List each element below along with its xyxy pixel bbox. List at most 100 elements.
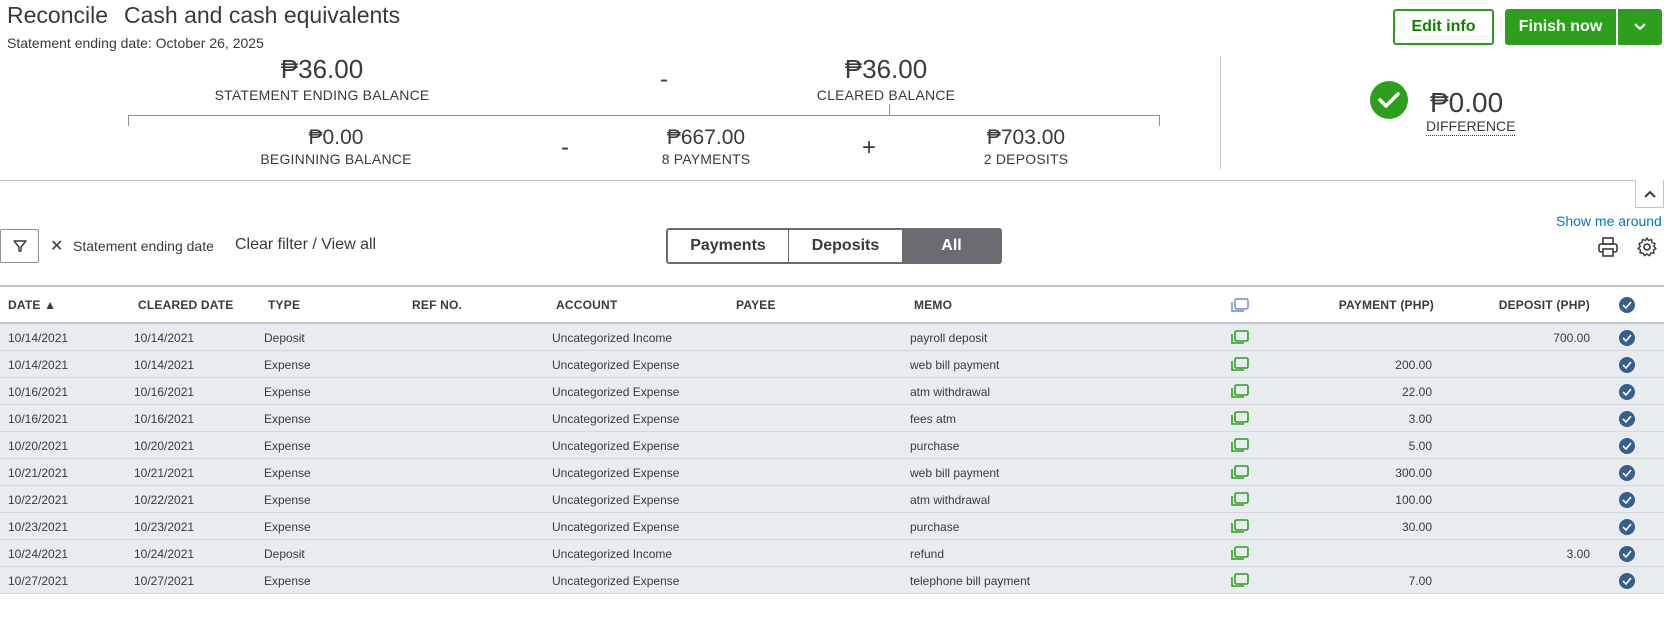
check-circle-icon[interactable] — [1619, 546, 1635, 562]
cell-date: 10/20/2021 — [8, 439, 69, 453]
cell-payment: 200.00 — [1395, 358, 1432, 372]
col-type[interactable]: TYPE — [268, 298, 300, 312]
cell-cleared-date: 10/24/2021 — [134, 547, 195, 561]
cell-account: Uncategorized Expense — [552, 466, 680, 480]
check-circle-icon[interactable] — [1619, 465, 1635, 481]
check-circle-icon[interactable] — [1619, 297, 1635, 313]
cell-type: Deposit — [264, 331, 305, 345]
statement-ending-balance: ₱36.00 — [280, 54, 364, 84]
check-circle-icon[interactable] — [1619, 438, 1635, 454]
check-circle-icon — [1370, 81, 1408, 119]
cell-memo: web bill payment — [910, 466, 1000, 480]
check-circle-icon[interactable] — [1619, 357, 1635, 373]
cell-memo: atm withdrawal — [910, 493, 991, 507]
statement-ending-label: STATEMENT ENDING BALANCE — [214, 87, 430, 103]
statement-date: Statement ending date: October 26, 2025 — [7, 35, 264, 51]
filter-button[interactable] — [0, 229, 39, 263]
page-title-text: Reconcile — [7, 2, 108, 28]
gear-icon[interactable] — [1636, 236, 1658, 258]
edit-info-button[interactable]: Edit info — [1393, 9, 1494, 45]
table-row[interactable]: 10/16/2021 10/16/2021 Expense Uncategori… — [0, 378, 1664, 405]
page-title: Reconcile Cash and cash equivalents — [7, 2, 400, 29]
check-circle-icon[interactable] — [1619, 573, 1635, 589]
cell-date: 10/16/2021 — [8, 385, 69, 399]
cell-memo: fees atm — [910, 412, 957, 426]
summary-divider — [1220, 56, 1221, 169]
table-row[interactable]: 10/27/2021 10/27/2021 Expense Uncategori… — [0, 567, 1664, 594]
finish-now-button[interactable]: Finish now — [1505, 9, 1616, 45]
check-circle-icon[interactable] — [1619, 519, 1635, 535]
cell-date: 10/14/2021 — [8, 358, 69, 372]
cell-deposit: 3.00 — [1566, 547, 1590, 561]
deposits-amount: ₱703.00 — [986, 126, 1066, 149]
difference-amount: ₱0.00 — [1430, 87, 1504, 118]
col-payee[interactable]: PAYEE — [736, 298, 776, 312]
tab-all[interactable]: All — [903, 230, 1000, 262]
col-deposit[interactable]: DEPOSIT (PHP) — [1499, 298, 1590, 312]
show-me-around-link[interactable]: Show me around — [1556, 213, 1662, 229]
summary-bracket-stem — [889, 104, 890, 115]
tab-payments[interactable]: Payments — [668, 230, 789, 262]
cell-cleared-date: 10/20/2021 — [134, 439, 195, 453]
table-row[interactable]: 10/21/2021 10/21/2021 Expense Uncategori… — [0, 459, 1664, 486]
cell-cleared-date: 10/16/2021 — [134, 412, 195, 426]
cell-type: Expense — [264, 412, 311, 426]
col-cleared-date[interactable]: CLEARED DATE — [138, 298, 234, 312]
table-row[interactable]: 10/24/2021 10/24/2021 Deposit Uncategori… — [0, 540, 1664, 567]
cell-account: Uncategorized Income — [552, 547, 673, 561]
check-circle-icon[interactable] — [1619, 330, 1635, 346]
copy-icon[interactable] — [1231, 411, 1249, 425]
cell-payment: 3.00 — [1408, 412, 1432, 426]
copy-icon[interactable] — [1231, 384, 1249, 398]
cell-account: Uncategorized Expense — [552, 520, 680, 534]
table-row[interactable]: 10/23/2021 10/23/2021 Expense Uncategori… — [0, 513, 1664, 540]
table-row[interactable]: 10/20/2021 10/20/2021 Expense Uncategori… — [0, 432, 1664, 459]
transactions-table: DATE ▲ CLEARED DATE TYPE REF NO. ACCOUNT… — [0, 285, 1664, 594]
copy-icon[interactable] — [1231, 546, 1249, 560]
copy-icon[interactable] — [1231, 465, 1249, 479]
cell-type: Expense — [264, 439, 311, 453]
cell-type: Deposit — [264, 547, 305, 561]
table-row[interactable]: 10/22/2021 10/22/2021 Expense Uncategori… — [0, 486, 1664, 513]
copy-icon[interactable] — [1231, 438, 1249, 452]
cell-type: Expense — [264, 574, 311, 588]
col-memo[interactable]: MEMO — [914, 298, 952, 312]
col-payment[interactable]: PAYMENT (PHP) — [1339, 298, 1434, 312]
summary-bracket — [128, 115, 1160, 126]
copy-icon[interactable] — [1231, 492, 1249, 506]
check-circle-icon[interactable] — [1619, 411, 1635, 427]
cell-cleared-date: 10/16/2021 — [134, 385, 195, 399]
cell-cleared-date: 10/21/2021 — [134, 466, 195, 480]
col-ref-no[interactable]: REF NO. — [412, 298, 462, 312]
close-icon[interactable]: ✕ — [50, 236, 63, 256]
copy-icon[interactable] — [1231, 330, 1249, 344]
copy-icon[interactable] — [1231, 357, 1249, 371]
difference-label[interactable]: DIFFERENCE — [1426, 118, 1516, 136]
cell-type: Expense — [264, 466, 311, 480]
col-account[interactable]: ACCOUNT — [556, 298, 617, 312]
cell-payment: 5.00 — [1408, 439, 1432, 453]
table-row[interactable]: 10/14/2021 10/14/2021 Deposit Uncategori… — [0, 324, 1664, 351]
cell-memo: telephone bill payment — [910, 574, 1031, 588]
cell-date: 10/22/2021 — [8, 493, 69, 507]
collapse-summary-button[interactable] — [1635, 180, 1664, 208]
table-row[interactable]: 10/16/2021 10/16/2021 Expense Uncategori… — [0, 405, 1664, 432]
copy-icon[interactable] — [1231, 573, 1249, 587]
check-circle-icon[interactable] — [1619, 384, 1635, 400]
filter-chip-label: Statement ending date — [73, 238, 214, 254]
cell-date: 10/14/2021 — [8, 331, 69, 345]
clear-filter-link[interactable]: Clear filter / View all — [235, 236, 376, 254]
finish-options-button[interactable] — [1618, 9, 1662, 45]
cell-memo: payroll deposit — [910, 331, 988, 345]
cell-cleared-date: 10/14/2021 — [134, 331, 195, 345]
col-date[interactable]: DATE ▲ — [8, 298, 56, 312]
cell-type: Expense — [264, 358, 311, 372]
cell-memo: purchase — [910, 520, 960, 534]
copy-icon[interactable] — [1231, 519, 1249, 533]
cell-type: Expense — [264, 520, 311, 534]
print-icon[interactable] — [1597, 236, 1619, 258]
cell-cleared-date: 10/27/2021 — [134, 574, 195, 588]
tab-deposits[interactable]: Deposits — [789, 230, 903, 262]
check-circle-icon[interactable] — [1619, 492, 1635, 508]
table-row[interactable]: 10/14/2021 10/14/2021 Expense Uncategori… — [0, 351, 1664, 378]
